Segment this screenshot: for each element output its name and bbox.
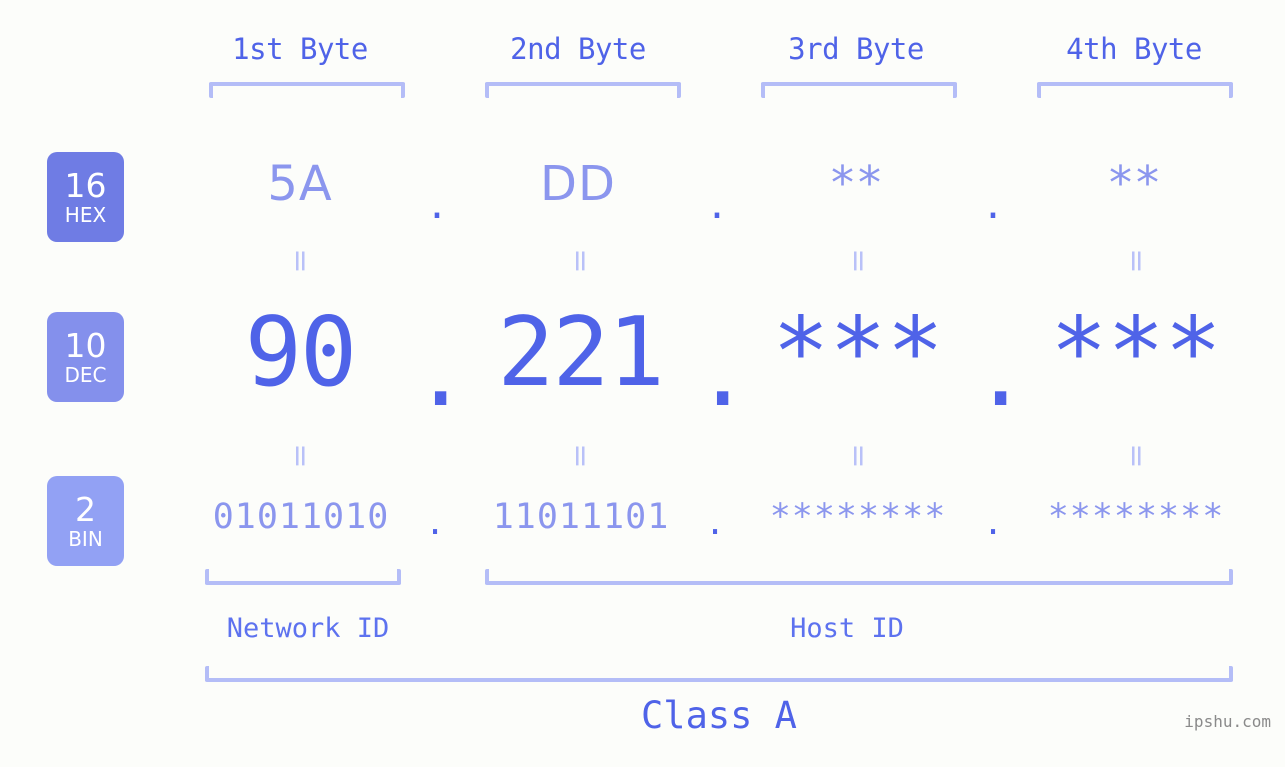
bin-byte-2: 11011101	[492, 497, 670, 537]
dec-byte-1: 90	[244, 298, 357, 408]
base-badge-hex: 16 HEX	[47, 152, 124, 242]
base-badge-bin-number: 2	[75, 490, 96, 529]
base-badge-hex-number: 16	[64, 166, 107, 205]
byte-header-2: 2nd Byte	[510, 32, 646, 66]
equality-mark-dec-bin-3: =	[841, 443, 876, 469]
network-id-label: Network ID	[226, 613, 390, 644]
class-label: Class A	[641, 694, 797, 737]
equality-mark-dec-bin-2: =	[563, 443, 598, 469]
network-id-bracket	[205, 569, 401, 585]
hex-byte-2: DD	[540, 156, 616, 212]
byte-header-4: 4th Byte	[1066, 32, 1202, 66]
equality-mark-hex-dec-4: =	[1119, 248, 1154, 274]
base-badge-bin-name: BIN	[68, 527, 103, 551]
bin-byte-4: ********	[1047, 497, 1225, 537]
equality-mark-dec-bin-4: =	[1119, 443, 1154, 469]
host-id-bracket	[485, 569, 1233, 585]
bin-byte-1: 01011010	[212, 497, 390, 537]
bin-byte-3: ********	[769, 497, 947, 537]
hex-byte-3: **	[831, 156, 885, 210]
base-badge-bin: 2 BIN	[47, 476, 124, 566]
byte-bracket-2	[485, 82, 681, 98]
dec-byte-4: ***	[1050, 298, 1222, 408]
hex-byte-1: 5A	[267, 156, 333, 212]
hex-byte-4: **	[1109, 156, 1163, 210]
equality-mark-hex-dec-2: =	[563, 248, 598, 274]
byte-bracket-4	[1037, 82, 1233, 98]
equality-mark-hex-dec-1: =	[283, 248, 318, 274]
base-badge-hex-name: HEX	[64, 203, 107, 227]
base-badge-dec: 10 DEC	[47, 312, 124, 402]
site-watermark: ipshu.com	[1184, 712, 1271, 731]
class-bracket	[205, 666, 1233, 682]
dec-byte-3: ***	[772, 298, 944, 408]
byte-header-3: 3rd Byte	[788, 32, 924, 66]
base-badge-dec-name: DEC	[64, 363, 107, 387]
host-id-label: Host ID	[790, 613, 904, 644]
equality-mark-hex-dec-3: =	[841, 248, 876, 274]
equality-mark-dec-bin-1: =	[283, 443, 318, 469]
byte-bracket-3	[761, 82, 957, 98]
base-badge-dec-number: 10	[64, 326, 107, 365]
dec-byte-2: 221	[497, 298, 665, 408]
byte-header-1: 1st Byte	[232, 32, 368, 66]
ip-address-breakdown-diagram: 1st Byte 2nd Byte 3rd Byte 4th Byte 16 H…	[0, 0, 1285, 767]
byte-bracket-1	[209, 82, 405, 98]
